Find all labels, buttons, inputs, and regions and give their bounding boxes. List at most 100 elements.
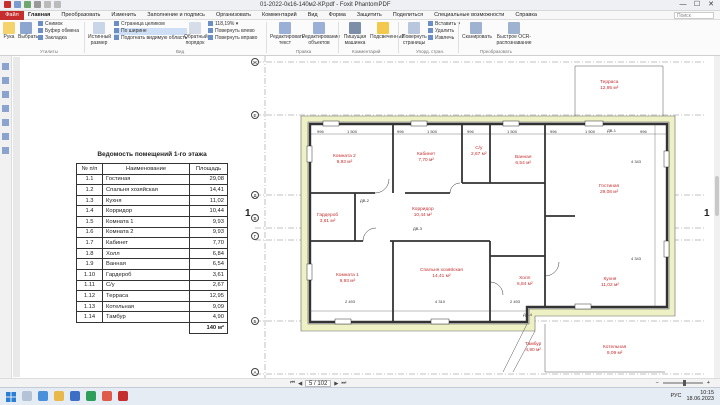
room-area: 2,67 bbox=[189, 279, 228, 292]
language-indicator[interactable]: РУС bbox=[670, 393, 681, 399]
snapshot-button[interactable]: Снимок bbox=[38, 21, 79, 28]
reverse-order-button[interactable]: Обратный порядок bbox=[184, 22, 208, 46]
utilities-list: Снимок Буфер обмена Закладка bbox=[38, 21, 79, 42]
clock[interactable]: 10:15 18.06.2023 bbox=[686, 390, 714, 402]
comments-panel-icon[interactable] bbox=[2, 105, 9, 112]
typewriter-button[interactable]: Пишущая машинка bbox=[342, 22, 368, 46]
insert-icon bbox=[428, 21, 433, 27]
actual-size-button[interactable]: Истинный размер bbox=[88, 22, 111, 46]
table-row: 1.9 Ванная 6,54 bbox=[76, 258, 228, 270]
room-name: Гардероб bbox=[102, 268, 190, 281]
room-area: 9,93 bbox=[189, 215, 228, 228]
room-label: С/у 2,67 м² bbox=[471, 146, 487, 157]
extract-icon bbox=[428, 35, 433, 41]
zoom-slider-thumb[interactable] bbox=[682, 380, 686, 386]
room-name: Ванная bbox=[102, 258, 190, 270]
close-button[interactable]: ✕ bbox=[704, 0, 718, 10]
total-area: 140 м² bbox=[189, 321, 228, 334]
bookmark-icon bbox=[38, 35, 43, 41]
chrome-icon[interactable] bbox=[102, 391, 112, 401]
hand-tool-button[interactable]: Рука bbox=[2, 22, 16, 41]
last-page-icon[interactable]: ⏭ bbox=[341, 380, 346, 387]
rotate-left-button[interactable]: Повернуть влево bbox=[208, 28, 257, 35]
fit-visible-button[interactable]: Подогнать видимую область bbox=[114, 35, 187, 42]
row-number: 1.7 bbox=[76, 237, 103, 249]
pages-panel-icon[interactable] bbox=[2, 77, 9, 84]
title-bar: 01-2022-0к16-140м2-КР.pdf - Foxit Phanto… bbox=[0, 0, 720, 11]
select-tool-button[interactable]: Выбрать bbox=[18, 22, 38, 41]
save-icon[interactable] bbox=[24, 1, 31, 8]
dimension: 1 500 bbox=[507, 129, 518, 134]
explorer-icon[interactable] bbox=[54, 391, 64, 401]
minimize-button[interactable]: — bbox=[676, 0, 690, 10]
document-page[interactable]: Ведомость помещений 1-го этажа № п/п Наи… bbox=[20, 56, 714, 378]
scrollbar-thumb[interactable] bbox=[715, 176, 719, 216]
system-tray: РУС 10:15 18.06.2023 bbox=[670, 390, 714, 402]
maximize-button[interactable]: ☐ bbox=[690, 0, 704, 10]
search-taskbar-icon[interactable] bbox=[22, 391, 32, 401]
axis-marker: В bbox=[251, 214, 259, 222]
insert-page-button[interactable]: Вставить ▾ bbox=[428, 21, 460, 28]
edge-icon[interactable] bbox=[38, 391, 48, 401]
bookmark-button[interactable]: Закладка bbox=[38, 35, 79, 42]
row-number: 1.11 bbox=[76, 279, 103, 292]
page-number-input[interactable]: 5 / 102 bbox=[305, 380, 332, 387]
fit-width-icon bbox=[114, 28, 119, 34]
status-bar: ⏮ ◀ 5 / 102 ▶ ⏭ − + bbox=[0, 378, 720, 387]
bookmarks-panel-icon[interactable] bbox=[2, 63, 9, 70]
vertical-scrollbar[interactable] bbox=[714, 56, 720, 378]
extract-page-button[interactable]: Извлечь bbox=[428, 35, 460, 42]
zoom-out-icon[interactable]: − bbox=[656, 380, 659, 386]
zoom-slider[interactable] bbox=[662, 380, 703, 386]
open-icon[interactable] bbox=[14, 1, 21, 8]
table-row: 1.10 Гардероб 3,61 bbox=[76, 268, 228, 281]
ocr-button[interactable]: Быстрое OCR-распознавание bbox=[494, 22, 534, 46]
layers-panel-icon[interactable] bbox=[2, 91, 9, 98]
first-page-icon[interactable]: ⏮ bbox=[290, 380, 295, 387]
edit-objects-button[interactable]: Редактирование объектов bbox=[302, 22, 340, 46]
table-row: 1.12 Терраса 12,95 bbox=[76, 290, 228, 302]
rotate-right-button[interactable]: Повернуть вправо bbox=[208, 35, 257, 42]
room-schedule-table: № п/п Наименование Площадь 1.1 Гостиная 29… bbox=[76, 163, 228, 334]
table-row: 1.1 Гостиная 29,08 bbox=[76, 173, 228, 186]
typewriter-icon bbox=[349, 22, 361, 34]
room-name: Гостиная bbox=[102, 173, 190, 186]
signatures-panel-icon[interactable] bbox=[2, 133, 9, 140]
room-label: Ванная 6,54 м² bbox=[515, 155, 532, 166]
delete-page-button[interactable]: Удалить bbox=[428, 28, 460, 35]
search-input[interactable]: Поиск bbox=[674, 12, 714, 19]
group-label-pages: Упорд. стран. bbox=[416, 49, 445, 54]
floor-plan: Ж Е Д В Г Б А 1 1 Комната 2 9,93 м² Кабин… bbox=[245, 56, 714, 378]
excel-icon[interactable] bbox=[86, 391, 96, 401]
row-number: 1.3 bbox=[76, 194, 103, 207]
clipboard-button[interactable]: Буфер обмена bbox=[38, 28, 79, 35]
edit-text-button[interactable]: Редактировать текст bbox=[270, 22, 305, 46]
taskbar: РУС 10:15 18.06.2023 bbox=[0, 387, 720, 405]
dimension: 996 bbox=[640, 129, 647, 134]
zoom-in-icon[interactable]: + bbox=[707, 380, 710, 386]
room-name: Терраса bbox=[102, 290, 190, 302]
fit-width-button[interactable]: По ширине bbox=[114, 28, 188, 35]
room-label: Гостиная 29,08 м² bbox=[599, 184, 620, 195]
file-menu[interactable]: Файл bbox=[0, 11, 24, 20]
attachments-panel-icon[interactable] bbox=[2, 119, 9, 126]
windows-start-icon[interactable] bbox=[6, 392, 16, 402]
print-icon[interactable] bbox=[34, 1, 41, 8]
edit-text-icon bbox=[279, 22, 291, 34]
security-panel-icon[interactable] bbox=[2, 147, 9, 154]
zoom-select[interactable]: 118,19% ▾ bbox=[208, 21, 257, 28]
row-number: 1.13 bbox=[76, 300, 103, 313]
rotate-pages-button[interactable]: Повернуть страницы bbox=[402, 22, 427, 46]
undo-icon[interactable] bbox=[44, 1, 51, 8]
next-page-icon[interactable]: ▶ bbox=[334, 381, 338, 387]
redo-icon[interactable] bbox=[54, 1, 61, 8]
foxit-taskbar-icon[interactable] bbox=[118, 391, 128, 401]
fit-page-button[interactable]: Страница целиком bbox=[114, 21, 187, 28]
word-icon[interactable] bbox=[70, 391, 80, 401]
prev-page-icon[interactable]: ◀ bbox=[298, 381, 302, 387]
zoom-rotate-group: 118,19% ▾ Повернуть влево Повернуть впра… bbox=[208, 21, 257, 42]
highlight-button[interactable]: Подсвеченный bbox=[370, 22, 404, 41]
group-label-utilities: Утилиты bbox=[40, 49, 58, 54]
scan-button[interactable]: Сканировать bbox=[462, 22, 492, 41]
page-navigation: ⏮ ◀ 5 / 102 ▶ ⏭ bbox=[290, 380, 346, 387]
